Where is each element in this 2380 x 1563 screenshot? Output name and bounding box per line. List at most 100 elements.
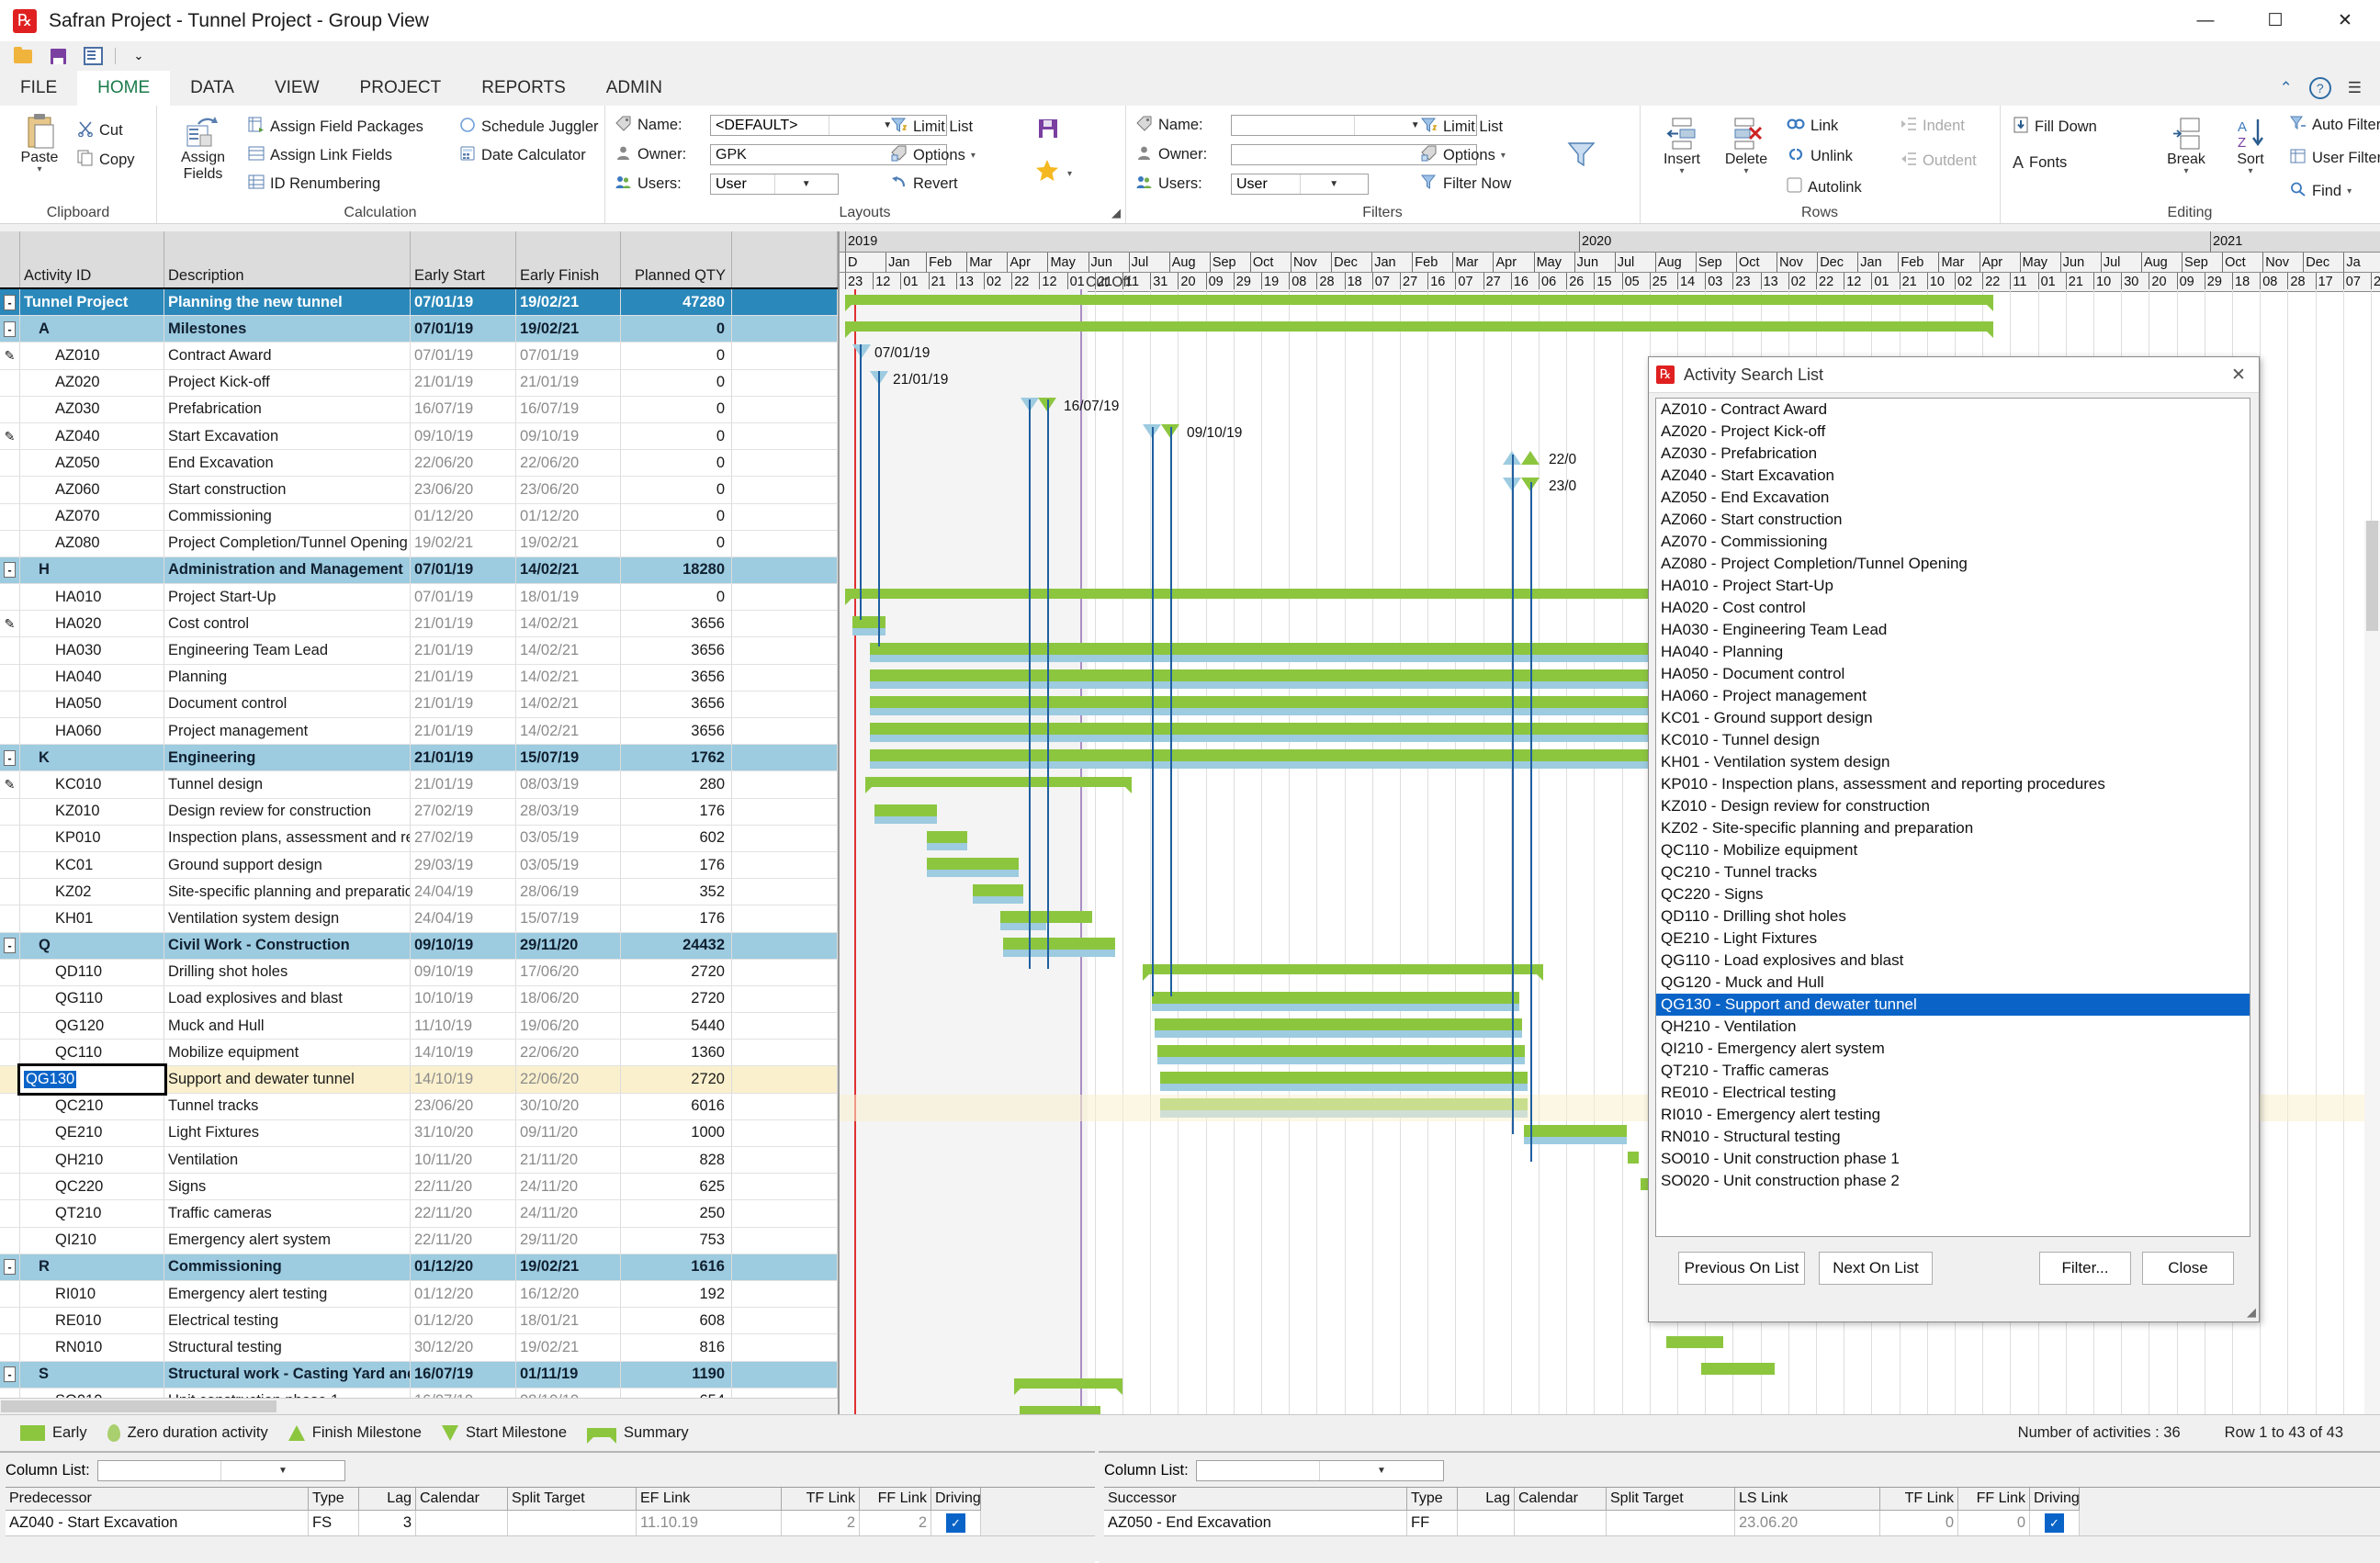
list-item[interactable]: KZ010 - Design review for construction: [1656, 795, 2250, 817]
cell-description[interactable]: Project Kick-off: [164, 370, 411, 396]
layout-options-button[interactable]: Options ▾: [891, 145, 976, 166]
cell-activity-id[interactable]: QT210: [20, 1200, 164, 1226]
cell-description[interactable]: Traffic cameras: [164, 1200, 411, 1226]
activity-grid[interactable]: Activity ID Description Early Start Earl…: [0, 231, 840, 1414]
cell-description[interactable]: Planning the new tunnel: [164, 289, 411, 315]
gantt-task-bar[interactable]: [1666, 1336, 1723, 1348]
predecessor-col-ff-link[interactable]: FF Link: [860, 1488, 931, 1511]
cell-early-start[interactable]: 27/02/19: [411, 826, 516, 851]
collapse-icon[interactable]: -: [4, 750, 16, 766]
list-item[interactable]: QH210 - Ventilation: [1656, 1016, 2250, 1038]
cell-early-finish[interactable]: 09/11/20: [516, 1120, 621, 1146]
cell-planned-qty[interactable]: 3656: [621, 611, 732, 636]
cell-early-start[interactable]: 23/06/20: [411, 1094, 516, 1119]
gantt-summary-bar[interactable]: [1014, 1378, 1122, 1389]
cell-activity-id[interactable]: AZ060: [20, 477, 164, 502]
cell-early-start[interactable]: 11/10/19: [411, 1013, 516, 1039]
list-item[interactable]: SO020 - Unit construction phase 2: [1656, 1170, 2250, 1192]
cell-activity-id[interactable]: AZ040: [20, 423, 164, 449]
grid-header-early-finish[interactable]: Early Finish: [516, 231, 621, 287]
cell-early-start[interactable]: 09/10/19: [411, 933, 516, 959]
cell-description[interactable]: Commissioning: [164, 1254, 411, 1280]
cell-description[interactable]: Engineering Team Lead: [164, 637, 411, 663]
table-row[interactable]: AZ070Commissioning01/12/2001/12/200: [0, 504, 838, 531]
cell-description[interactable]: Structural testing: [164, 1334, 411, 1360]
cell-planned-qty[interactable]: 0: [621, 450, 732, 476]
table-row[interactable]: QE210Light Fixtures31/10/2009/11/201000: [0, 1120, 838, 1147]
cell-early-start[interactable]: 01/12/20: [411, 1254, 516, 1280]
filter-button[interactable]: Filter...: [2039, 1252, 2131, 1285]
list-item[interactable]: KH01 - Ventilation system design: [1656, 751, 2250, 773]
gantt-baseline-bar[interactable]: [1003, 950, 1115, 957]
cell-early-start[interactable]: 10/10/19: [411, 986, 516, 1012]
cell-activity-id[interactable]: S: [20, 1362, 164, 1388]
cell-planned-qty[interactable]: 352: [621, 879, 732, 905]
cell-planned-qty[interactable]: 1000: [621, 1120, 732, 1146]
gantt-task-bar[interactable]: [1701, 1363, 1775, 1375]
cell-early-finish[interactable]: 19/02/21: [516, 1334, 621, 1360]
list-item[interactable]: QD110 - Drilling shot holes: [1656, 905, 2250, 928]
assign-link-fields-button[interactable]: Assign Link Fields: [248, 145, 392, 166]
cell-early-finish[interactable]: 22/06/20: [516, 1066, 621, 1092]
insert-caret[interactable]: ▾: [1679, 168, 1684, 175]
table-row[interactable]: HA010Project Start-Up07/01/1918/01/190: [0, 584, 838, 611]
cell-early-start[interactable]: 21/01/19: [411, 745, 516, 770]
table-row[interactable]: QH210Ventilation10/11/2021/11/20828: [0, 1147, 838, 1174]
cell-early-finish[interactable]: 15/07/19: [516, 905, 621, 931]
cell-description[interactable]: Contract Award: [164, 343, 411, 368]
cell-early-start[interactable]: 01/12/20: [411, 1308, 516, 1333]
grid-header-description[interactable]: Description: [164, 231, 411, 287]
cell-description[interactable]: Ventilation: [164, 1147, 411, 1173]
grid-hscroll-thumb[interactable]: [1, 1400, 276, 1412]
cell-early-start[interactable]: 07/01/19: [411, 557, 516, 583]
cell-description[interactable]: Signs: [164, 1174, 411, 1199]
id-renumbering-button[interactable]: ID Renumbering: [248, 174, 380, 195]
cell-description[interactable]: Cost control: [164, 611, 411, 636]
successor-col-split-target[interactable]: Split Target: [1607, 1488, 1735, 1511]
cell-early-finish[interactable]: 15/07/19: [516, 745, 621, 770]
cell-description[interactable]: Tunnel tracks: [164, 1094, 411, 1119]
autolink-toggle[interactable]: Autolink: [1787, 177, 1862, 197]
predecessor-row[interactable]: AZ040 - Start Excavation FS 3 11.10.19 2…: [6, 1511, 1095, 1536]
previous-on-list-button[interactable]: Previous On List: [1678, 1252, 1805, 1285]
cell-early-start[interactable]: 31/10/20: [411, 1120, 516, 1146]
close-icon[interactable]: ✕: [2218, 357, 2259, 392]
filter-options-caret[interactable]: ▾: [1501, 152, 1506, 160]
cell-early-finish[interactable]: 16/12/20: [516, 1281, 621, 1307]
cut-button[interactable]: Cut: [77, 120, 123, 141]
cell-description[interactable]: Milestones: [164, 316, 411, 342]
cell-planned-qty[interactable]: 0: [621, 397, 732, 422]
successor-column-list-combo[interactable]: ▼: [1196, 1460, 1444, 1481]
cell-early-finish[interactable]: 18/01/21: [516, 1308, 621, 1333]
cell-activity-id[interactable]: QG120: [20, 1013, 164, 1039]
cell-early-start[interactable]: 22/11/20: [411, 1174, 516, 1199]
close-dialog-button[interactable]: Close: [2142, 1252, 2234, 1285]
list-item[interactable]: QC210 - Tunnel tracks: [1656, 861, 2250, 883]
cell-activity-id[interactable]: RE010: [20, 1308, 164, 1333]
row-expander[interactable]: -: [0, 745, 20, 770]
gantt-task-bar[interactable]: [1160, 1072, 1528, 1084]
table-row[interactable]: -KEngineering21/01/1915/07/191762: [0, 745, 838, 771]
list-item[interactable]: QI210 - Emergency alert system: [1656, 1038, 2250, 1060]
row-expander[interactable]: -: [0, 1254, 20, 1280]
cell-description[interactable]: Light Fixtures: [164, 1120, 411, 1146]
gantt-task-bar[interactable]: [1020, 1406, 1100, 1414]
cell-early-start[interactable]: 19/02/21: [411, 531, 516, 557]
gantt-task-bar[interactable]: [1152, 992, 1519, 1004]
cell-early-start[interactable]: 21/01/19: [411, 771, 516, 797]
list-item[interactable]: QT210 - Traffic cameras: [1656, 1060, 2250, 1082]
assign-fields-button[interactable]: Assign Fields: [173, 113, 233, 183]
gantt-baseline-bar[interactable]: [927, 870, 1019, 877]
cell-activity-id[interactable]: AZ070: [20, 504, 164, 530]
cell-description[interactable]: Emergency alert testing: [164, 1281, 411, 1307]
open-icon[interactable]: [11, 45, 35, 67]
cell-planned-qty[interactable]: 625: [621, 1174, 732, 1199]
layout-options-caret[interactable]: ▾: [971, 152, 976, 160]
date-calculator-button[interactable]: Date Calculator: [459, 145, 586, 166]
table-row[interactable]: RN010Structural testing30/12/2019/02/218…: [0, 1334, 838, 1361]
cell-activity-id[interactable]: HA050: [20, 692, 164, 717]
driving-checkbox[interactable]: ✓: [2045, 1513, 2064, 1533]
cell-description[interactable]: Commissioning: [164, 504, 411, 530]
chevron-down-icon[interactable]: ▼: [774, 174, 839, 194]
successor-col-type[interactable]: Type: [1407, 1488, 1458, 1511]
